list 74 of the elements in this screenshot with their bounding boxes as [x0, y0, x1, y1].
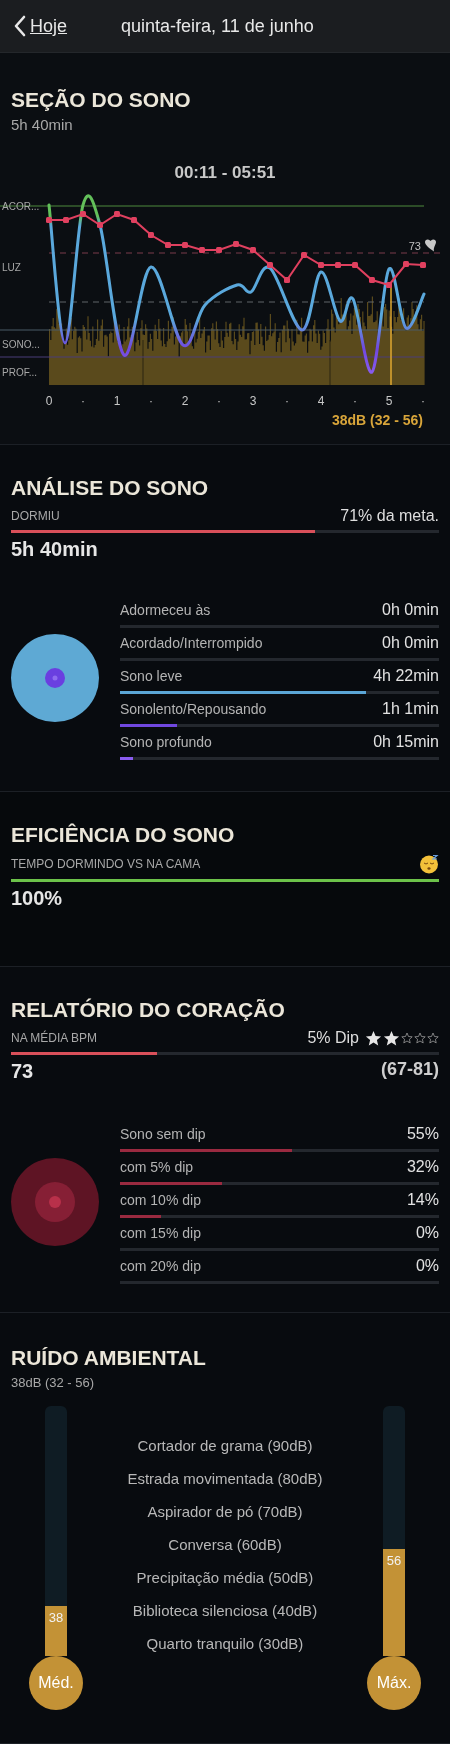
noise-scale-item: Aspirador de pó (70dB) — [147, 1502, 303, 1522]
axis-label: 3 — [249, 394, 257, 408]
section-title: ANÁLISE DO SONO — [11, 475, 210, 501]
axis-label: · — [81, 394, 85, 408]
metric-label: NA MÉDIA BPM — [11, 1031, 98, 1045]
efficiency-value: 100% — [11, 887, 64, 910]
axis-label: · — [217, 394, 221, 408]
noise-scale-item: Conversa (60dB) — [168, 1535, 282, 1555]
noise-reading: 38dB (32 - 56) — [330, 412, 423, 428]
stage-label: SONO... — [2, 339, 40, 350]
stage-value: 1h 1min — [382, 700, 439, 718]
stage-label: LUZ — [2, 262, 21, 273]
axis-label: 1 — [113, 394, 121, 408]
section-title: RELATÓRIO DO CORAÇÃO — [11, 997, 286, 1023]
noise-scale-item: Estrada movimentada (80dB) — [127, 1469, 323, 1489]
axis-label: 4 — [317, 394, 325, 408]
axis-label: 5 — [385, 394, 393, 408]
dip-name: Sono sem dip — [120, 1126, 206, 1142]
stage-name: Adormeceu às — [120, 602, 211, 618]
metric-label: TEMPO DORMINDO VS NA CAMA — [11, 857, 201, 871]
duration-text: 5h 40min — [11, 116, 74, 133]
section-title: RUÍDO AMBIENTAL — [11, 1345, 207, 1371]
axis-label: 0 — [45, 394, 53, 408]
dip-name: com 15% dip — [120, 1225, 201, 1241]
noise-scale-item: Precipitação média (50dB) — [136, 1568, 314, 1588]
stage-value: 0h 15min — [373, 733, 439, 751]
time-range: 00:11 - 05:51 — [173, 163, 277, 183]
back-chevron-icon — [14, 15, 26, 37]
goal-text: 71% da meta. — [340, 507, 439, 525]
bpm-range: (67-81) — [380, 1058, 439, 1080]
noise-scale-item: Cortador de grama (90dB) — [137, 1436, 313, 1456]
dip-value: 14% — [406, 1191, 439, 1209]
stage-value: 0h 0min — [382, 634, 439, 652]
star-icon — [427, 1032, 439, 1044]
dip-name: com 20% dip — [120, 1258, 201, 1274]
gauge-bulb: Méd. — [29, 1656, 83, 1710]
sleeping-face-icon — [419, 854, 439, 874]
dip-value: 55% — [406, 1125, 439, 1143]
gauge-value: 38 — [48, 1610, 64, 1627]
heart-icon — [425, 239, 436, 252]
dip-value: 0% — [415, 1257, 439, 1275]
star-icon — [365, 1029, 382, 1047]
total-value: 5h 40min — [11, 538, 99, 561]
stage-value: 0h 0min — [382, 601, 439, 619]
axis-label: · — [285, 394, 289, 408]
star-icon — [414, 1032, 426, 1044]
section-title: SEÇÃO DO SONO — [11, 87, 192, 113]
stage-name: Sono profundo — [120, 734, 212, 750]
noise-scale-item: Quarto tranquilo (30dB) — [146, 1634, 304, 1654]
stage-name: Sonolento/Repousando — [120, 701, 267, 717]
stage-name: Sono leve — [120, 668, 183, 684]
stage-label: ACOR... — [2, 201, 40, 212]
screen-title: quinta-feira, 11 de junho — [121, 16, 314, 37]
stage-name: Acordado/Interrompido — [120, 635, 263, 651]
dip-name: com 5% dip — [120, 1159, 194, 1175]
dip-text: 5% Dip — [307, 1029, 359, 1047]
bpm-value: 73 — [11, 1060, 34, 1083]
axis-label: · — [421, 394, 425, 408]
metric-label: DORMIU — [11, 509, 60, 523]
noise-scale-item: Biblioteca silenciosa (40dB) — [132, 1601, 318, 1621]
heart-rate-label: 73 — [408, 240, 421, 252]
stage-label: PROF... — [2, 367, 37, 378]
stage-value: 4h 22min — [373, 667, 439, 685]
gauge-value: 56 — [386, 1552, 402, 1570]
gauge-bulb: Máx. — [367, 1656, 421, 1710]
axis-label: 2 — [181, 394, 189, 408]
noise-reading: 38dB (32 - 56) — [11, 1375, 96, 1390]
axis-label: · — [149, 394, 153, 408]
back-button[interactable]: Hoje — [0, 15, 68, 37]
dip-name: com 10% dip — [120, 1192, 201, 1208]
section-title: EFICIÊNCIA DO SONO — [11, 822, 236, 848]
axis-label: · — [353, 394, 357, 408]
dip-value: 32% — [406, 1158, 439, 1176]
dip-value: 0% — [415, 1224, 439, 1242]
